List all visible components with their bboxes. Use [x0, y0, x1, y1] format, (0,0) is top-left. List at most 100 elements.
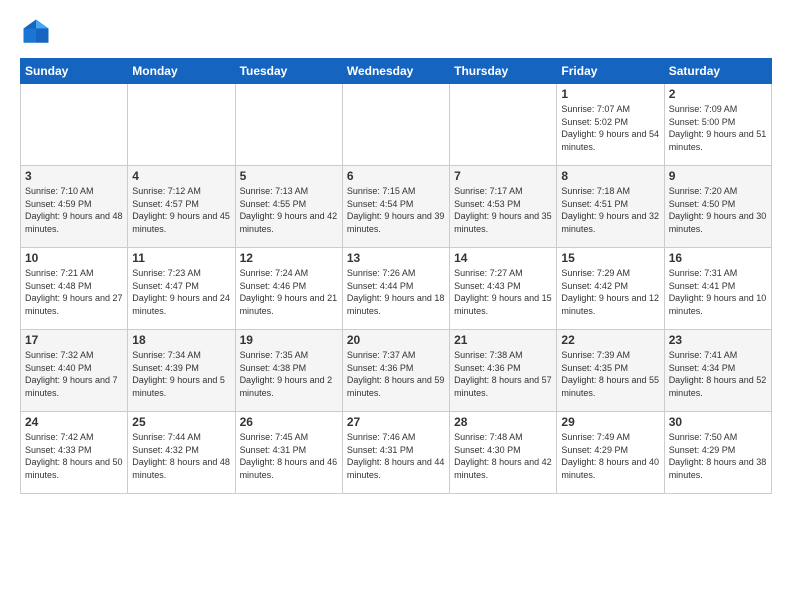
day-cell: 17Sunrise: 7:32 AM Sunset: 4:40 PM Dayli…: [21, 330, 128, 412]
day-cell: 10 Sunrise: 7:21 AM Sunset: 4:48 PM Dayli…: [21, 248, 128, 330]
day-cell: 7 Sunrise: 7:17 AM Sunset: 4:53 PM Daylig…: [450, 166, 557, 248]
day-info: Sunrise: 7:21 AM Sunset: 4:48 PM Dayligh…: [25, 267, 123, 317]
day-cell: 3 Sunrise: 7:10 AM Sunset: 4:59 PM Daylig…: [21, 166, 128, 248]
day-number: 7: [454, 169, 552, 183]
page: SundayMondayTuesdayWednesdayThursdayFrid…: [0, 0, 792, 612]
day-cell: 1 Sunrise: 7:07 AM Sunset: 5:02 PM Daylig…: [557, 84, 664, 166]
weekday-header-friday: Friday: [557, 59, 664, 84]
day-number: 15: [561, 251, 659, 265]
day-cell: 18 Sunrise: 7:34 AM Sunset: 4:39 PM Dayli…: [128, 330, 235, 412]
week-row-2: 10 Sunrise: 7:21 AM Sunset: 4:48 PM Dayli…: [21, 248, 772, 330]
day-info: Sunrise: 7:10 AM Sunset: 4:59 PM Dayligh…: [25, 185, 123, 235]
day-info: Sunrise: 7:07 AM Sunset: 5:02 PM Dayligh…: [561, 103, 659, 153]
day-number: 10: [25, 251, 123, 265]
day-number: 4: [132, 169, 230, 183]
day-cell: [450, 84, 557, 166]
weekday-header-thursday: Thursday: [450, 59, 557, 84]
day-number: 6: [347, 169, 445, 183]
weekday-header-monday: Monday: [128, 59, 235, 84]
day-number: 18: [132, 333, 230, 347]
day-cell: 16 Sunrise: 7:31 AM Sunset: 4:41 PM Dayli…: [664, 248, 771, 330]
day-cell: 13Sunrise: 7:26 AM Sunset: 4:44 PM Dayli…: [342, 248, 449, 330]
day-number: 2: [669, 87, 767, 101]
day-number: 1: [561, 87, 659, 101]
day-info: Sunrise: 7:12 AM Sunset: 4:57 PM Dayligh…: [132, 185, 230, 235]
day-cell: 27 Sunrise: 7:46 AM Sunset: 4:31 PM Dayli…: [342, 412, 449, 494]
day-cell: 11 Sunrise: 7:23 AM Sunset: 4:47 PM Dayli…: [128, 248, 235, 330]
day-number: 3: [25, 169, 123, 183]
day-cell: 19Sunrise: 7:35 AM Sunset: 4:38 PM Dayli…: [235, 330, 342, 412]
day-cell: 6 Sunrise: 7:15 AM Sunset: 4:54 PM Daylig…: [342, 166, 449, 248]
day-info: Sunrise: 7:45 AM Sunset: 4:31 PM Dayligh…: [240, 431, 338, 481]
day-number: 20: [347, 333, 445, 347]
day-info: Sunrise: 7:44 AM Sunset: 4:32 PM Dayligh…: [132, 431, 230, 481]
day-info: Sunrise: 7:50 AM Sunset: 4:29 PM Dayligh…: [669, 431, 767, 481]
day-cell: [235, 84, 342, 166]
day-info: Sunrise: 7:38 AM Sunset: 4:36 PM Dayligh…: [454, 349, 552, 399]
day-info: Sunrise: 7:46 AM Sunset: 4:31 PM Dayligh…: [347, 431, 445, 481]
day-info: Sunrise: 7:49 AM Sunset: 4:29 PM Dayligh…: [561, 431, 659, 481]
week-row-0: 1 Sunrise: 7:07 AM Sunset: 5:02 PM Daylig…: [21, 84, 772, 166]
day-number: 11: [132, 251, 230, 265]
day-info: Sunrise: 7:31 AM Sunset: 4:41 PM Dayligh…: [669, 267, 767, 317]
day-info: Sunrise: 7:20 AM Sunset: 4:50 PM Dayligh…: [669, 185, 767, 235]
day-number: 27: [347, 415, 445, 429]
day-info: Sunrise: 7:27 AM Sunset: 4:43 PM Dayligh…: [454, 267, 552, 317]
weekday-header-wednesday: Wednesday: [342, 59, 449, 84]
week-row-3: 17Sunrise: 7:32 AM Sunset: 4:40 PM Dayli…: [21, 330, 772, 412]
day-cell: 5 Sunrise: 7:13 AM Sunset: 4:55 PM Daylig…: [235, 166, 342, 248]
day-cell: 2 Sunrise: 7:09 AM Sunset: 5:00 PM Daylig…: [664, 84, 771, 166]
day-info: Sunrise: 7:13 AM Sunset: 4:55 PM Dayligh…: [240, 185, 338, 235]
day-cell: 21 Sunrise: 7:38 AM Sunset: 4:36 PM Dayli…: [450, 330, 557, 412]
day-number: 19: [240, 333, 338, 347]
day-number: 30: [669, 415, 767, 429]
day-number: 8: [561, 169, 659, 183]
day-info: Sunrise: 7:42 AM Sunset: 4:33 PM Dayligh…: [25, 431, 123, 481]
day-cell: 25 Sunrise: 7:44 AM Sunset: 4:32 PM Dayli…: [128, 412, 235, 494]
day-cell: 26 Sunrise: 7:45 AM Sunset: 4:31 PM Dayli…: [235, 412, 342, 494]
day-info: Sunrise: 7:34 AM Sunset: 4:39 PM Dayligh…: [132, 349, 230, 399]
day-number: 26: [240, 415, 338, 429]
day-info: Sunrise: 7:48 AM Sunset: 4:30 PM Dayligh…: [454, 431, 552, 481]
day-cell: 29 Sunrise: 7:49 AM Sunset: 4:29 PM Dayli…: [557, 412, 664, 494]
logo-icon: [20, 16, 52, 48]
day-cell: [21, 84, 128, 166]
header: [20, 16, 772, 48]
weekday-header-saturday: Saturday: [664, 59, 771, 84]
day-cell: 23 Sunrise: 7:41 AM Sunset: 4:34 PM Dayli…: [664, 330, 771, 412]
logo: [20, 16, 58, 48]
day-info: Sunrise: 7:41 AM Sunset: 4:34 PM Dayligh…: [669, 349, 767, 399]
day-info: Sunrise: 7:26 AM Sunset: 4:44 PM Dayligh…: [347, 267, 445, 317]
day-number: 5: [240, 169, 338, 183]
day-number: 24: [25, 415, 123, 429]
day-info: Sunrise: 7:17 AM Sunset: 4:53 PM Dayligh…: [454, 185, 552, 235]
calendar: SundayMondayTuesdayWednesdayThursdayFrid…: [20, 58, 772, 494]
day-number: 22: [561, 333, 659, 347]
day-number: 17: [25, 333, 123, 347]
week-row-1: 3 Sunrise: 7:10 AM Sunset: 4:59 PM Daylig…: [21, 166, 772, 248]
day-cell: 8 Sunrise: 7:18 AM Sunset: 4:51 PM Daylig…: [557, 166, 664, 248]
day-number: 16: [669, 251, 767, 265]
day-info: Sunrise: 7:18 AM Sunset: 4:51 PM Dayligh…: [561, 185, 659, 235]
day-cell: 22 Sunrise: 7:39 AM Sunset: 4:35 PM Dayli…: [557, 330, 664, 412]
day-cell: 28Sunrise: 7:48 AM Sunset: 4:30 PM Dayli…: [450, 412, 557, 494]
day-cell: 30 Sunrise: 7:50 AM Sunset: 4:29 PM Dayli…: [664, 412, 771, 494]
day-number: 12: [240, 251, 338, 265]
day-info: Sunrise: 7:24 AM Sunset: 4:46 PM Dayligh…: [240, 267, 338, 317]
day-info: Sunrise: 7:39 AM Sunset: 4:35 PM Dayligh…: [561, 349, 659, 399]
day-number: 25: [132, 415, 230, 429]
day-cell: 4 Sunrise: 7:12 AM Sunset: 4:57 PM Daylig…: [128, 166, 235, 248]
weekday-header-row: SundayMondayTuesdayWednesdayThursdayFrid…: [21, 59, 772, 84]
day-cell: 14 Sunrise: 7:27 AM Sunset: 4:43 PM Dayli…: [450, 248, 557, 330]
day-info: Sunrise: 7:23 AM Sunset: 4:47 PM Dayligh…: [132, 267, 230, 317]
day-number: 9: [669, 169, 767, 183]
day-number: 21: [454, 333, 552, 347]
day-number: 29: [561, 415, 659, 429]
day-cell: 9 Sunrise: 7:20 AM Sunset: 4:50 PM Daylig…: [664, 166, 771, 248]
day-number: 14: [454, 251, 552, 265]
day-info: Sunrise: 7:15 AM Sunset: 4:54 PM Dayligh…: [347, 185, 445, 235]
day-cell: 15Sunrise: 7:29 AM Sunset: 4:42 PM Dayli…: [557, 248, 664, 330]
day-info: Sunrise: 7:37 AM Sunset: 4:36 PM Dayligh…: [347, 349, 445, 399]
day-number: 23: [669, 333, 767, 347]
day-info: Sunrise: 7:09 AM Sunset: 5:00 PM Dayligh…: [669, 103, 767, 153]
